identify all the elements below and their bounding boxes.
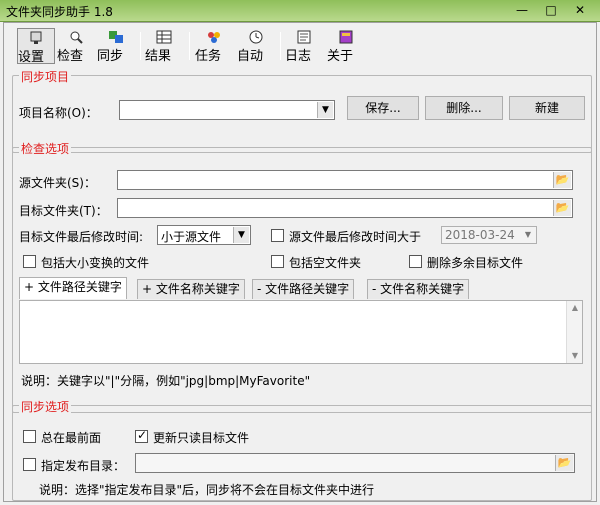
check-options-group: 检查选项 源文件夹(S)： 📂 目标文件夹(T)： 📂 目标文件最后修改时间: … bbox=[12, 140, 592, 413]
results-icon bbox=[156, 30, 172, 44]
group-legend: 检查选项 bbox=[19, 140, 72, 157]
keyword-hint: 说明：关键字以"|"分隔，例如"jpg|bmp|MyFavorite" bbox=[21, 374, 311, 388]
update-readonly-label: 更新只读目标文件 bbox=[153, 431, 250, 445]
mtime-label: 目标文件最后修改时间: bbox=[19, 230, 144, 244]
tab-include-name[interactable]: + 文件名称关键字 bbox=[137, 279, 245, 299]
include-case-checkbox[interactable] bbox=[23, 255, 36, 268]
vertical-scrollbar[interactable]: ▲ ▼ bbox=[566, 301, 582, 363]
settings-icon bbox=[30, 31, 42, 44]
new-button[interactable]: 新建 bbox=[509, 96, 585, 120]
close-button[interactable]: ✕ bbox=[566, 1, 594, 19]
include-empty-checkbox[interactable] bbox=[271, 255, 284, 268]
toolbar-label: 日志 bbox=[285, 49, 312, 64]
sync-project-group: 同步项目 项目名称(O)： ▼ 保存... 删除... 新建 bbox=[12, 68, 592, 153]
keyword-textarea[interactable]: ▲ ▼ bbox=[19, 300, 583, 364]
delete-extra-checkbox[interactable] bbox=[409, 255, 422, 268]
group-legend: 同步项目 bbox=[19, 68, 72, 85]
toolbar-separator bbox=[280, 32, 281, 60]
toolbar: 设置 检查 同步 结果 任务 自动 日志 关于 bbox=[12, 28, 412, 65]
target-folder-label: 目标文件夹(T)： bbox=[19, 204, 108, 218]
toolbar-separator bbox=[140, 32, 141, 60]
task-icon bbox=[208, 32, 220, 43]
browse-folder-icon[interactable]: 📂 bbox=[553, 200, 571, 216]
publish-dir-label: 指定发布目录： bbox=[41, 459, 126, 473]
browse-folder-icon[interactable]: 📂 bbox=[555, 455, 573, 471]
publish-dir-checkbox[interactable] bbox=[23, 458, 36, 471]
source-folder-input[interactable]: 📂 bbox=[117, 170, 573, 190]
toolbar-label: 任务 bbox=[195, 49, 222, 64]
toolbar-label: 检查 bbox=[57, 49, 84, 64]
target-folder-input[interactable]: 📂 bbox=[117, 198, 573, 218]
log-icon bbox=[297, 30, 311, 44]
include-empty-label: 包括空文件夹 bbox=[289, 256, 362, 270]
sync-options-group: 同步选项 总在最前面 更新只读目标文件 指定发布目录： 📂 说明：选择"指定发布… bbox=[12, 398, 592, 501]
project-name-label: 项目名称(O)： bbox=[19, 106, 98, 120]
src-mtime-label: 源文件最后修改时间大于 bbox=[289, 230, 422, 244]
group-legend: 同步选项 bbox=[19, 398, 72, 415]
date-value: 2018-03-24 bbox=[445, 228, 515, 242]
toolbar-sync-button[interactable]: 同步 bbox=[97, 28, 135, 64]
toolbar-label: 同步 bbox=[97, 49, 124, 64]
save-button[interactable]: 保存... bbox=[347, 96, 419, 120]
mtime-selected: 小于源文件 bbox=[161, 230, 222, 244]
title-bar: 文件夹同步助手 1.8 — □ ✕ bbox=[0, 0, 600, 22]
window-title: 文件夹同步助手 1.8 bbox=[6, 5, 113, 19]
check-icon bbox=[70, 31, 83, 44]
chevron-down-icon: ▼ bbox=[524, 230, 532, 239]
toolbar-label: 结果 bbox=[145, 49, 172, 64]
sync-icon bbox=[109, 31, 123, 43]
scroll-up-icon[interactable]: ▲ bbox=[567, 301, 583, 315]
toolbar-auto-button[interactable]: 自动 bbox=[237, 28, 275, 64]
mtime-select[interactable]: 小于源文件 ▼ bbox=[157, 225, 251, 245]
main-window: 设置 检查 同步 结果 任务 自动 日志 关于 同步项目 项目名称(O)： ▼ … bbox=[3, 22, 597, 502]
delete-extra-label: 删除多余目标文件 bbox=[427, 256, 524, 270]
always-on-top-checkbox[interactable] bbox=[23, 430, 36, 443]
delete-button[interactable]: 删除... bbox=[425, 96, 503, 120]
toolbar-settings-button[interactable]: 设置 bbox=[17, 28, 55, 65]
toolbar-label: 设置 bbox=[18, 50, 45, 65]
toolbar-separator bbox=[189, 32, 190, 60]
update-readonly-checkbox[interactable] bbox=[135, 428, 148, 443]
scroll-down-icon[interactable]: ▼ bbox=[567, 349, 583, 363]
project-name-select[interactable]: ▼ bbox=[119, 100, 335, 120]
toolbar-label: 关于 bbox=[327, 49, 354, 64]
include-case-label: 包括大小变换的文件 bbox=[41, 256, 150, 270]
tab-exclude-name[interactable]: - 文件名称关键字 bbox=[367, 279, 470, 299]
tab-include-path[interactable]: + 文件路径关键字 bbox=[19, 277, 127, 299]
always-on-top-label: 总在最前面 bbox=[41, 431, 102, 445]
toolbar-check-button[interactable]: 检查 bbox=[57, 28, 95, 64]
about-icon bbox=[339, 30, 353, 44]
chevron-down-icon: ▼ bbox=[317, 102, 333, 118]
minimize-button[interactable]: — bbox=[508, 1, 536, 19]
toolbar-task-button[interactable]: 任务 bbox=[195, 28, 233, 64]
source-folder-label: 源文件夹(S)： bbox=[19, 176, 96, 190]
maximize-button[interactable]: □ bbox=[537, 1, 565, 19]
toolbar-about-button[interactable]: 关于 bbox=[327, 28, 365, 64]
browse-folder-icon[interactable]: 📂 bbox=[553, 172, 571, 188]
toolbar-label: 自动 bbox=[237, 49, 264, 64]
src-mtime-checkbox[interactable] bbox=[271, 229, 284, 242]
chevron-down-icon: ▼ bbox=[233, 227, 249, 243]
publish-dir-input[interactable]: 📂 bbox=[135, 453, 575, 473]
keyword-tabs: + 文件路径关键字 + 文件名称关键字 - 文件路径关键字 - 文件名称关键字 bbox=[17, 277, 577, 299]
toolbar-results-button[interactable]: 结果 bbox=[145, 28, 183, 64]
tab-exclude-path[interactable]: - 文件路径关键字 bbox=[252, 279, 355, 299]
clock-icon bbox=[249, 30, 263, 44]
date-picker[interactable]: 2018-03-24 ▼ bbox=[441, 226, 537, 244]
toolbar-log-button[interactable]: 日志 bbox=[285, 28, 323, 64]
publish-hint: 说明：选择"指定发布目录"后，同步将不会在目标文件夹中进行 bbox=[39, 483, 375, 497]
